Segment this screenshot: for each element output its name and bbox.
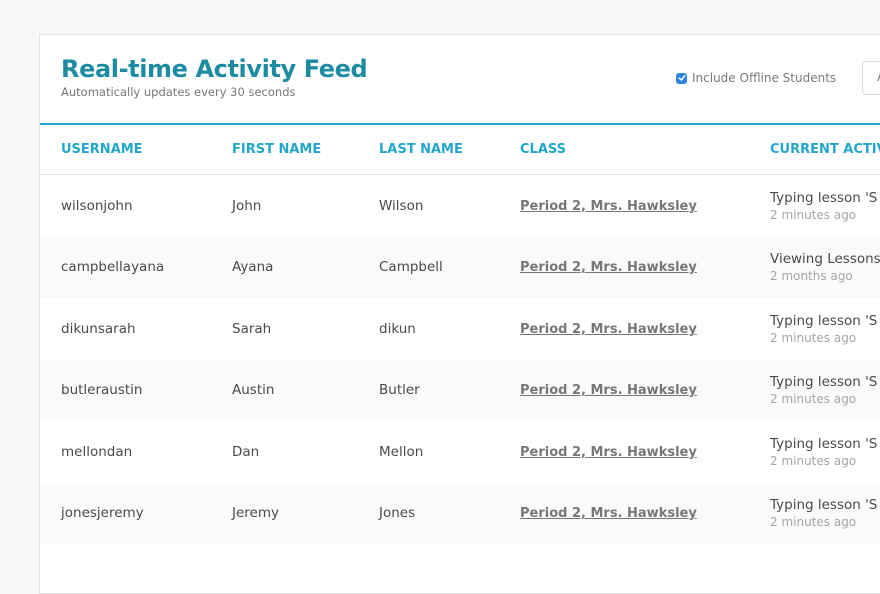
cell-username: campbellayana: [40, 236, 211, 298]
cell-current-activity: Typing lesson 'S 2 minutes ago: [749, 421, 880, 483]
activity-text: Typing lesson 'S: [770, 312, 878, 329]
include-offline-label: Include Offline Students: [692, 71, 837, 85]
username: campbellayana: [61, 259, 165, 276]
cell-first-name: Sarah: [211, 298, 358, 360]
username: butleraustin: [61, 382, 143, 399]
cell-username: jonesjeremy: [40, 482, 211, 544]
cell-username: dikunsarah: [40, 298, 211, 360]
page-title: Real-time Activity Feed: [61, 55, 368, 83]
cell-username: wilsonjohn: [40, 175, 211, 237]
table-row: dikunsarah Sarah dikun Period 2, Mrs. Hawks…: [40, 298, 880, 360]
header-action-button[interactable]: A: [862, 61, 880, 95]
include-offline-toggle[interactable]: Include Offline Students: [676, 71, 836, 85]
first-name: Ayana: [232, 259, 274, 276]
cell-username: mellondan: [40, 421, 211, 483]
activity-table: USERNAME FIRST NAME LAST NAME CLASS CURR…: [40, 124, 880, 544]
first-name: Sarah: [232, 320, 272, 337]
last-name: Wilson: [379, 197, 424, 214]
cell-class: Period 2, Mrs. Hawksley: [499, 421, 749, 483]
activity-text: Typing lesson 'S: [770, 497, 878, 514]
table-row: wilsonjohn John Wilson Period 2, Mrs. Hawks…: [40, 175, 880, 237]
class-link[interactable]: Period 2, Mrs. Hawksley: [520, 260, 697, 275]
cell-username: butleraustin: [40, 359, 211, 421]
table-row: mellondan Dan Mellon Period 2, Mrs. Hawksle…: [40, 421, 880, 483]
cell-current-activity: Typing lesson 'S 2 minutes ago: [749, 298, 880, 360]
cell-last-name: Mellon: [358, 421, 499, 483]
table-row: butleraustin Austin Butler Period 2, Mrs. H…: [40, 359, 880, 421]
class-link[interactable]: Period 2, Mrs. Hawksley: [520, 445, 697, 460]
first-name: John: [232, 197, 262, 214]
page-subtitle: Automatically updates every 30 seconds: [61, 85, 296, 99]
cell-class: Period 2, Mrs. Hawksley: [499, 359, 749, 421]
cell-last-name: Campbell: [358, 236, 499, 298]
cell-first-name: Dan: [211, 421, 358, 483]
activity-text: Typing lesson 'S: [770, 435, 878, 452]
last-name: dikun: [379, 320, 416, 337]
include-offline-checkbox[interactable]: [676, 72, 687, 84]
activity-timestamp: 2 minutes ago: [770, 515, 857, 530]
panel-header: Real-time Activity Feed Automatically up…: [40, 35, 880, 125]
username: jonesjeremy: [61, 505, 144, 522]
username: wilsonjohn: [61, 197, 133, 214]
activity-timestamp: 2 minutes ago: [770, 453, 857, 468]
activity-timestamp: 2 minutes ago: [770, 330, 857, 345]
cell-first-name: Austin: [211, 359, 358, 421]
column-header-class[interactable]: CLASS: [499, 124, 749, 175]
activity-timestamp: 2 minutes ago: [770, 207, 857, 222]
column-header-current-activity[interactable]: CURRENT ACTIV: [749, 124, 880, 175]
class-link[interactable]: Period 2, Mrs. Hawksley: [520, 322, 697, 337]
class-link[interactable]: Period 2, Mrs. Hawksley: [520, 199, 697, 214]
cell-last-name: Wilson: [358, 175, 499, 237]
activity-text: Viewing Lessons: [770, 251, 880, 268]
first-name: Jeremy: [232, 505, 279, 522]
cell-first-name: John: [211, 175, 358, 237]
cell-last-name: Jones: [358, 482, 499, 544]
username: mellondan: [61, 443, 133, 460]
class-link[interactable]: Period 2, Mrs. Hawksley: [520, 383, 697, 398]
last-name: Mellon: [379, 443, 424, 460]
table-row: campbellayana Ayana Campbell Period 2, Mrs.…: [40, 236, 880, 298]
column-header-username[interactable]: USERNAME: [40, 124, 211, 175]
username: dikunsarah: [61, 320, 136, 337]
activity-text: Typing lesson 'S: [770, 189, 878, 206]
checkmark-icon: [677, 75, 686, 81]
activity-timestamp: 2 minutes ago: [770, 392, 857, 407]
first-name: Austin: [232, 382, 275, 399]
table-header-row: USERNAME FIRST NAME LAST NAME CLASS CURR…: [40, 124, 880, 175]
cell-last-name: dikun: [358, 298, 499, 360]
activity-text: Typing lesson 'S: [770, 374, 878, 391]
last-name: Butler: [379, 382, 420, 399]
activity-timestamp: 2 months ago: [770, 269, 853, 284]
cell-current-activity: Viewing Lessons 2 months ago: [749, 236, 880, 298]
first-name: Dan: [232, 443, 260, 460]
cell-current-activity: Typing lesson 'S 2 minutes ago: [749, 359, 880, 421]
class-link[interactable]: Period 2, Mrs. Hawksley: [520, 506, 697, 521]
cell-class: Period 2, Mrs. Hawksley: [499, 482, 749, 544]
column-header-first-name[interactable]: FIRST NAME: [211, 124, 358, 175]
activity-feed-panel: Real-time Activity Feed Automatically up…: [39, 34, 880, 594]
cell-first-name: Ayana: [211, 236, 358, 298]
column-header-last-name[interactable]: LAST NAME: [358, 124, 499, 175]
last-name: Jones: [379, 505, 416, 522]
cell-current-activity: Typing lesson 'S 2 minutes ago: [749, 175, 880, 237]
cell-class: Period 2, Mrs. Hawksley: [499, 298, 749, 360]
table-row: jonesjeremy Jeremy Jones Period 2, Mrs. Haw…: [40, 482, 880, 544]
cell-current-activity: Typing lesson 'S 2 minutes ago: [749, 482, 880, 544]
cell-last-name: Butler: [358, 359, 499, 421]
cell-first-name: Jeremy: [211, 482, 358, 544]
cell-class: Period 2, Mrs. Hawksley: [499, 175, 749, 237]
cell-class: Period 2, Mrs. Hawksley: [499, 236, 749, 298]
last-name: Campbell: [379, 259, 443, 276]
